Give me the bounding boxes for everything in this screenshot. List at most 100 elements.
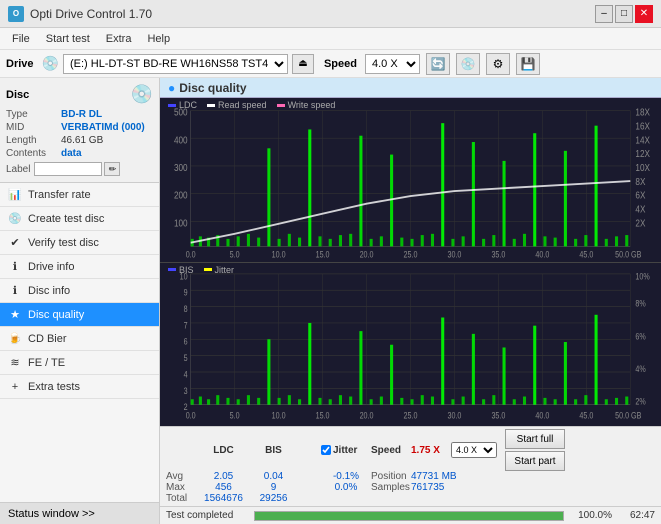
svg-text:15.0: 15.0 [316, 250, 330, 260]
menu-help[interactable]: Help [139, 31, 178, 47]
total-ldc: 1564676 [196, 493, 251, 504]
svg-text:5.0: 5.0 [230, 409, 240, 420]
disc-info-icon: ℹ [8, 284, 22, 298]
quality-header-title: Disc quality [179, 81, 246, 95]
svg-text:45.0: 45.0 [579, 409, 593, 420]
jitter-label: Jitter [333, 445, 357, 456]
stats-bar: LDC BIS Jitter Speed 1.75 X [160, 426, 661, 506]
svg-text:4X: 4X [635, 204, 645, 215]
menu-file[interactable]: File [4, 31, 38, 47]
disc-mid-label: MID [6, 122, 61, 133]
sidebar-item-verify-test-disc[interactable]: ✔ Verify test disc [0, 231, 159, 255]
title-bar: O Opti Drive Control 1.70 – □ ✕ [0, 0, 661, 28]
sidebar-item-cd-bier[interactable]: 🍺 CD Bier [0, 327, 159, 351]
total-label: Total [166, 493, 196, 504]
svg-text:10X: 10X [635, 162, 650, 173]
bis-chart-svg: 10 9 8 7 6 5 4 3 2 10% 8% 6% 4% 2% 0 [160, 263, 661, 427]
menu-bar: File Start test Extra Help [0, 28, 661, 50]
start-part-button[interactable]: Start part [505, 451, 565, 471]
settings-button[interactable]: ⚙ [486, 53, 510, 75]
sidebar: Disc 💿 Type BD-R DL MID VERBATIMd (000) … [0, 78, 160, 524]
stats-speed-value: 1.75 X [411, 429, 451, 471]
disc-mid-value: VERBATIMd (000) [61, 122, 145, 133]
extra-tests-icon: + [8, 380, 22, 394]
disc-contents-row: Contents data [6, 148, 153, 159]
window-controls: – □ ✕ [595, 5, 653, 23]
sidebar-item-fe-te[interactable]: ≋ FE / TE [0, 351, 159, 375]
drive-label: Drive [6, 58, 34, 70]
disc-quality-icon: ★ [8, 308, 22, 322]
disc-type-row: Type BD-R DL [6, 109, 153, 120]
svg-text:300: 300 [174, 162, 188, 173]
sidebar-item-fe-te-label: FE / TE [28, 357, 65, 369]
svg-text:8%: 8% [635, 297, 646, 308]
disc-label-input[interactable] [34, 162, 102, 176]
svg-text:25.0: 25.0 [404, 409, 418, 420]
position-value: 47731 MB [411, 471, 501, 482]
svg-text:40.0: 40.0 [535, 250, 549, 260]
sidebar-item-transfer-rate[interactable]: 📊 Transfer rate [0, 183, 159, 207]
svg-text:6%: 6% [635, 330, 646, 341]
ldc-chart-legend: LDC Read speed Write speed [168, 100, 335, 110]
progress-time: 62:47 [620, 510, 655, 521]
transfer-rate-icon: 📊 [8, 188, 22, 202]
speed-select[interactable]: 4.0 X 1.0 X 2.0 X 6.0 X 8.0 X [365, 54, 420, 74]
total-bis: 29256 [251, 493, 296, 504]
legend-bis-label: BIS [179, 265, 194, 275]
svg-text:100: 100 [174, 218, 188, 229]
stats-speed-select[interactable]: 4.0 X [451, 442, 497, 458]
ldc-chart-svg: 500 400 300 200 100 18X 16X 14X 12X 10X … [160, 98, 661, 262]
quality-header-icon: ● [168, 81, 175, 95]
quality-header: ● Disc quality [160, 78, 661, 98]
charts-area: LDC Read speed Write speed [160, 98, 661, 426]
svg-text:3: 3 [184, 384, 188, 395]
refresh-button[interactable]: 🔄 [426, 53, 450, 75]
close-button[interactable]: ✕ [635, 5, 653, 23]
sidebar-item-disc-quality[interactable]: ★ Disc quality [0, 303, 159, 327]
svg-text:30.0: 30.0 [448, 250, 462, 260]
eject-button[interactable]: ⏏ [292, 54, 314, 74]
main-layout: Disc 💿 Type BD-R DL MID VERBATIMd (000) … [0, 78, 661, 524]
maximize-button[interactable]: □ [615, 5, 633, 23]
sidebar-item-create-test-disc[interactable]: 💿 Create test disc [0, 207, 159, 231]
svg-text:50.0 GB: 50.0 GB [615, 409, 642, 420]
svg-text:10%: 10% [635, 270, 650, 281]
menu-extra[interactable]: Extra [98, 31, 140, 47]
minimize-button[interactable]: – [595, 5, 613, 23]
sidebar-item-extra-tests[interactable]: + Extra tests [0, 375, 159, 399]
drive-bar: Drive 💿 (E:) HL-DT-ST BD-RE WH16NS58 TST… [0, 50, 661, 78]
svg-text:12X: 12X [635, 148, 650, 159]
legend-jitter-dot [204, 268, 212, 271]
avg-jitter: -0.1% [321, 471, 371, 482]
disc-panel: Disc 💿 Type BD-R DL MID VERBATIMd (000) … [0, 78, 159, 183]
fe-te-icon: ≋ [8, 356, 22, 370]
svg-text:9: 9 [184, 286, 188, 297]
jitter-checkbox[interactable] [321, 445, 331, 455]
disc-contents-label: Contents [6, 148, 61, 159]
save-button[interactable]: 💾 [516, 53, 540, 75]
svg-text:14X: 14X [635, 134, 650, 145]
legend-bis: BIS [168, 265, 194, 275]
status-window-button[interactable]: Status window >> [0, 502, 159, 524]
max-jitter: 0.0% [321, 482, 371, 493]
legend-write-speed-dot [277, 104, 285, 107]
svg-text:2%: 2% [635, 395, 646, 406]
svg-text:8: 8 [184, 303, 188, 314]
disc-button[interactable]: 💿 [456, 53, 480, 75]
svg-text:35.0: 35.0 [491, 250, 505, 260]
sidebar-item-extra-tests-label: Extra tests [28, 381, 80, 393]
svg-text:8X: 8X [635, 176, 645, 187]
stats-jitter-header: Jitter [321, 429, 371, 471]
verify-test-disc-icon: ✔ [8, 236, 22, 250]
sidebar-item-disc-info[interactable]: ℹ Disc info [0, 279, 159, 303]
start-full-button[interactable]: Start full [505, 429, 565, 449]
samples-label: Samples [371, 482, 411, 493]
avg-bis: 0.04 [251, 471, 296, 482]
svg-text:50.0 GB: 50.0 GB [615, 250, 641, 260]
sidebar-item-drive-info[interactable]: ℹ Drive info [0, 255, 159, 279]
disc-label-edit-button[interactable]: ✏ [104, 162, 120, 176]
drive-info-icon: ℹ [8, 260, 22, 274]
menu-start-test[interactable]: Start test [38, 31, 98, 47]
svg-text:20.0: 20.0 [360, 250, 374, 260]
drive-select[interactable]: (E:) HL-DT-ST BD-RE WH16NS58 TST4 [63, 54, 288, 74]
